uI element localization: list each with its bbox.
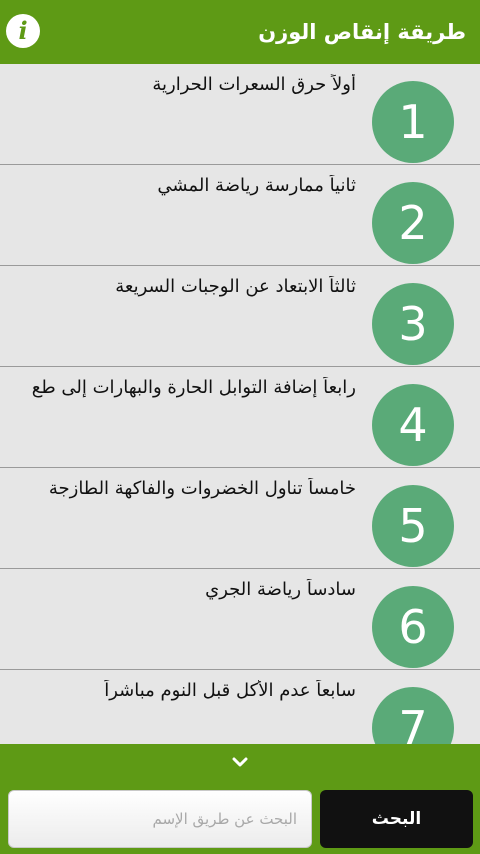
chevron-down-icon[interactable] [230,752,250,772]
item-label: سابعاً عدم الأكل قبل النوم مباشراً [104,680,356,701]
search-bar: البحث [0,744,480,854]
list-item[interactable]: 6 سادساً رياضة الجري [0,569,480,670]
info-icon: i [18,16,28,45]
item-label: سادساً رياضة الجري [205,579,356,600]
item-number-badge: 6 [372,586,454,668]
list-item[interactable]: 3 ثالثاً الابتعاد عن الوجبات السريعة [0,266,480,367]
item-number-badge: 5 [372,485,454,567]
app-header: i طريقة إنقاص الوزن [0,0,480,64]
item-number-badge: 2 [372,182,454,264]
item-number-badge: 3 [372,283,454,365]
tips-list: 1 أولاً حرق السعرات الحرارية 2 ثانياً مم… [0,64,480,744]
page-title: طريقة إنقاص الوزن [258,20,466,44]
item-number-badge: 4 [372,384,454,466]
list-item[interactable]: 1 أولاً حرق السعرات الحرارية [0,64,480,165]
list-item[interactable]: 4 رابعاً إضافة التوابل الحارة والبهارات … [0,367,480,468]
item-label: خامساً تناول الخضروات والفاكهة الطازجة [48,478,356,499]
item-label: أولاً حرق السعرات الحرارية [152,74,356,95]
item-number-badge: 1 [372,81,454,163]
list-item[interactable]: 2 ثانياً ممارسة رياضة المشي [0,165,480,266]
list-item[interactable]: 7 سابعاً عدم الأكل قبل النوم مباشراً [0,670,480,744]
search-input[interactable] [8,790,312,848]
info-button[interactable]: i [6,14,40,48]
item-label: رابعاً إضافة التوابل الحارة والبهارات إل… [31,377,356,398]
item-label: ثالثاً الابتعاد عن الوجبات السريعة [115,276,356,297]
search-button[interactable]: البحث [320,790,473,848]
list-item[interactable]: 5 خامساً تناول الخضروات والفاكهة الطازجة [0,468,480,569]
item-label: ثانياً ممارسة رياضة المشي [157,175,356,196]
item-number-badge: 7 [372,687,454,744]
